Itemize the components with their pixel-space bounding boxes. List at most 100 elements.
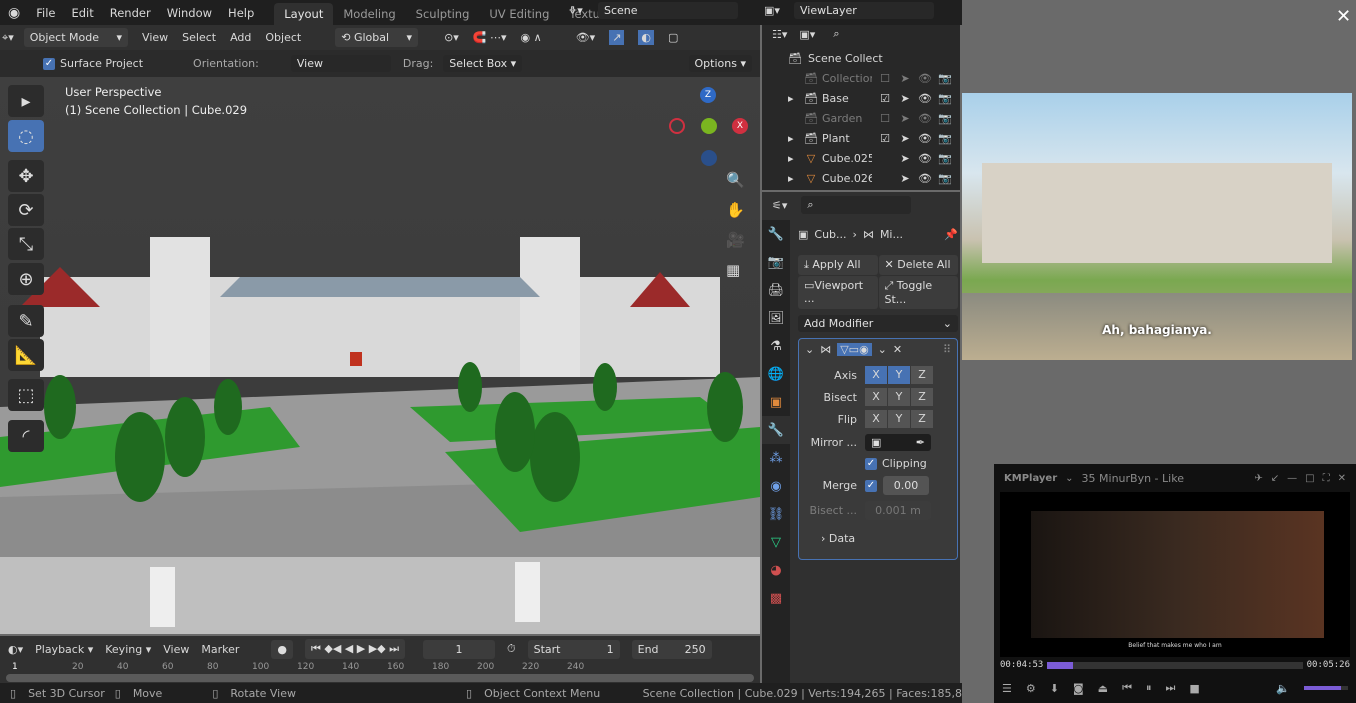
mini-mode-icon[interactable]: ↙ [1271,473,1279,484]
axis-z-toggle[interactable]: Z [911,366,933,384]
select-box-tool-button[interactable]: ▸ [8,85,44,117]
bisect-distance-field[interactable]: 0.001 m [865,501,931,520]
bisect-y-toggle[interactable]: Y [888,388,910,406]
select-arrow-icon[interactable]: ➤ [898,132,912,145]
playback-controls[interactable]: ⏮ ◆◀ ◀ ▶ ▶◆ ⏭ [304,639,406,659]
view-layer-tab-icon[interactable]: 🖼 [762,304,790,332]
outliner-item[interactable]: ▸ 🗃 Plant ☑ ➤ 👁 📷 [762,128,960,148]
measure-tool-button[interactable]: 📐 [8,339,44,371]
remove-modifier-icon[interactable]: ✕ [893,343,902,356]
eye-icon[interactable]: 👁 [918,92,932,105]
modifier-tab-icon[interactable]: 🔧 [762,416,790,444]
fullscreen-icon[interactable]: ⛶ [1323,473,1330,484]
marker-menu[interactable]: Marker [201,643,239,656]
gizmo-neg-z[interactable] [701,150,717,166]
outliner-item[interactable]: ▸ 🗃 Base ☑ ➤ 👁 📷 [762,88,960,108]
select-arrow-icon[interactable]: ➤ [898,152,912,165]
expand-arrow-icon[interactable]: ▸ [788,132,798,145]
gizmo-toggle-icon[interactable]: ↗ [609,30,625,45]
xray-icon[interactable]: ▢ [668,31,678,44]
render-camera-icon[interactable]: 📷 [938,152,952,165]
tab-sculpting[interactable]: Sculpting [406,3,480,25]
view-layer-icon[interactable]: ▣▾ [764,4,780,17]
gizmo-y-axis[interactable] [701,118,717,134]
select-arrow-icon[interactable]: ➤ [898,172,912,185]
pause-icon[interactable]: ⏸ [1146,681,1152,695]
data-subpanel[interactable]: › Data [805,532,951,545]
ortho-grid-icon[interactable]: ▦ [726,261,740,279]
playlist-icon[interactable]: ☰ [1002,682,1012,695]
constraints-tab-icon[interactable]: ⛓ [762,500,790,528]
eye-icon[interactable]: 👁 [918,72,932,85]
menu-edit[interactable]: Edit [63,6,101,20]
rotate-tool-button[interactable]: ⟳ [8,194,44,226]
collapse-chevron-icon[interactable]: ⌄ [805,343,814,356]
gizmo-z-axis[interactable]: Z [700,87,716,103]
menu-window[interactable]: Window [159,6,220,20]
eye-icon[interactable]: 👁 [918,132,932,145]
current-frame-field[interactable]: 1 [423,639,496,659]
flip-y-toggle[interactable]: Y [888,410,910,428]
drag-dropdown[interactable]: Select Box ▾ [443,55,523,72]
km-close-icon[interactable]: ✕ [1338,473,1346,484]
tool-tab-icon[interactable]: 🔧 [762,220,790,248]
kmplayer-logo[interactable]: KMPlayer [1004,473,1057,484]
mirror-object-field[interactable]: ▣ ✒ [865,434,931,451]
select-arrow-icon[interactable]: ➤ [898,72,912,85]
annotate-tool-button[interactable]: ✎ [8,305,44,337]
menu-object[interactable]: Object [265,31,301,44]
axis-y-toggle[interactable]: Y [888,366,910,384]
axis-x-toggle[interactable]: X [865,366,887,384]
editor-type-icon[interactable]: ◐▾ [8,643,23,656]
outliner-item[interactable]: ▸ ▽ Cube.026 ➤ 👁 📷 [762,168,960,188]
exclude-checkbox[interactable]: ☐ [878,112,892,125]
render-camera-icon[interactable]: 📷 [938,112,952,125]
flip-x-toggle[interactable]: X [865,410,887,428]
clipping-checkbox[interactable]: ✓ [865,457,877,470]
editor-type-icon[interactable]: ⚟▾ [772,199,787,212]
start-frame-field[interactable]: Start 1 [527,639,620,659]
pivot-icon[interactable]: ⊙▾ [444,31,459,44]
zoom-icon[interactable]: 🔍 [726,171,745,189]
gizmo-neg-x[interactable] [669,118,685,134]
volume-icon[interactable]: 🔈 [1276,682,1290,695]
viewport-button[interactable]: ▭Viewport ... [798,276,878,309]
display-mode-icon[interactable]: ☷▾ [772,28,787,41]
render-camera-icon[interactable]: 📷 [938,132,952,145]
eyedropper-icon[interactable]: ✒ [916,436,925,449]
apply-all-button[interactable]: ⤓ Apply All [798,255,878,275]
tab-layout[interactable]: Layout [274,3,334,25]
bisect-x-toggle[interactable]: X [865,388,887,406]
download-icon[interactable]: ⬇ [1050,682,1059,695]
bisect-z-toggle[interactable]: Z [911,388,933,406]
select-arrow-icon[interactable]: ➤ [898,112,912,125]
visibility-icon[interactable]: 👁▾ [576,31,596,44]
exclude-checkbox[interactable]: ☐ [878,72,892,85]
video-area[interactable]: Belief that makes me who I am [1000,492,1350,657]
exclude-checkbox[interactable]: ☑ [878,92,892,105]
vr-icon[interactable]: ◙ [1073,682,1084,695]
end-frame-field[interactable]: End 250 [631,639,712,659]
drag-handle-icon[interactable]: ⠿ [943,343,951,356]
menu-help[interactable]: Help [220,6,262,20]
eye-icon[interactable]: 👁 [918,152,932,165]
flip-z-toggle[interactable]: Z [911,410,933,428]
eye-icon[interactable]: 👁 [918,112,932,125]
expand-arrow-icon[interactable]: ▸ [788,172,798,185]
expand-arrow-icon[interactable] [788,112,798,125]
material-tab-icon[interactable]: ◕ [762,556,790,584]
data-tab-icon[interactable]: ▽ [762,528,790,556]
timeline-view-menu[interactable]: View [163,643,189,656]
outliner-item[interactable]: ▸ ▽ Cube.025 ➤ 👁 📷 [762,148,960,168]
timeline-scrollbar[interactable] [6,674,754,682]
add-cube-tool-button[interactable]: ⬚ [8,379,44,411]
outliner-item[interactable]: 🗃 Collection ☐ ➤ 👁 📷 [762,68,960,88]
previous-icon[interactable]: ⏮ [1122,681,1132,695]
minimize-icon[interactable]: — [1287,473,1297,484]
outliner-item-scene-collection[interactable]: 🗃 Scene Collect [762,48,960,68]
mode-dropdown[interactable]: Object Mode ▾ [23,28,129,47]
scale-tool-button[interactable]: ⤡ [8,228,44,260]
menu-view[interactable]: View [142,31,168,44]
object-tab-icon[interactable]: ▣ [762,388,790,416]
shear-tool-button[interactable]: ◜ [8,420,44,452]
